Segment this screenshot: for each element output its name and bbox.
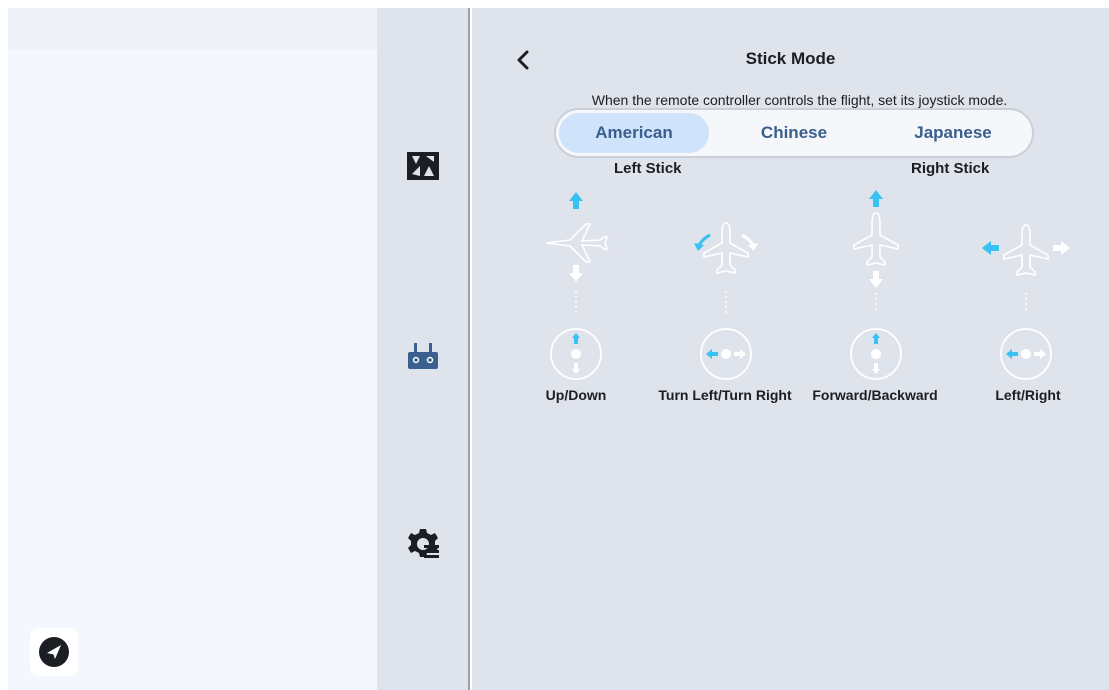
settings-gear-icon[interactable] [405,526,441,562]
aircraft-roll-icon [982,224,1070,380]
right-stick-label: Right Stick [911,160,990,177]
mode-option-japanese[interactable]: Japanese [878,113,1028,153]
control-left-right [950,183,1100,443]
control-forward-backward [800,183,950,443]
left-pane [8,8,377,690]
page-description: When the remote controller controls the … [591,92,1008,108]
mode-selector: American Chinese Japanese [554,108,1034,158]
send-button[interactable] [30,628,78,676]
aircraft-pitch-icon [850,190,902,380]
flight-view-icon[interactable] [405,148,441,184]
caption-left-right: Left/Right [995,387,1061,403]
mode-option-american[interactable]: American [559,113,709,153]
stick-mode-panel: Stick Mode When the remote controller co… [472,8,1109,690]
page-title: Stick Mode [745,49,836,68]
send-icon [39,637,69,667]
caption-forward-backward: Forward/Backward [812,387,938,403]
left-stick-label: Left Stick [614,160,682,177]
caption-turn: Turn Left/Turn Right [658,387,792,403]
side-rail [377,8,470,690]
control-up-down [500,183,650,443]
aircraft-yaw-icon [694,222,758,380]
caption-up-down: Up/Down [545,387,607,403]
mode-option-chinese[interactable]: Chinese [719,113,869,153]
app-frame: Stick Mode When the remote controller co… [8,8,1109,690]
aircraft-up-down-icon [545,192,609,380]
remote-controller-icon[interactable] [405,338,441,374]
left-pane-header [8,8,377,50]
control-turn [650,183,800,443]
